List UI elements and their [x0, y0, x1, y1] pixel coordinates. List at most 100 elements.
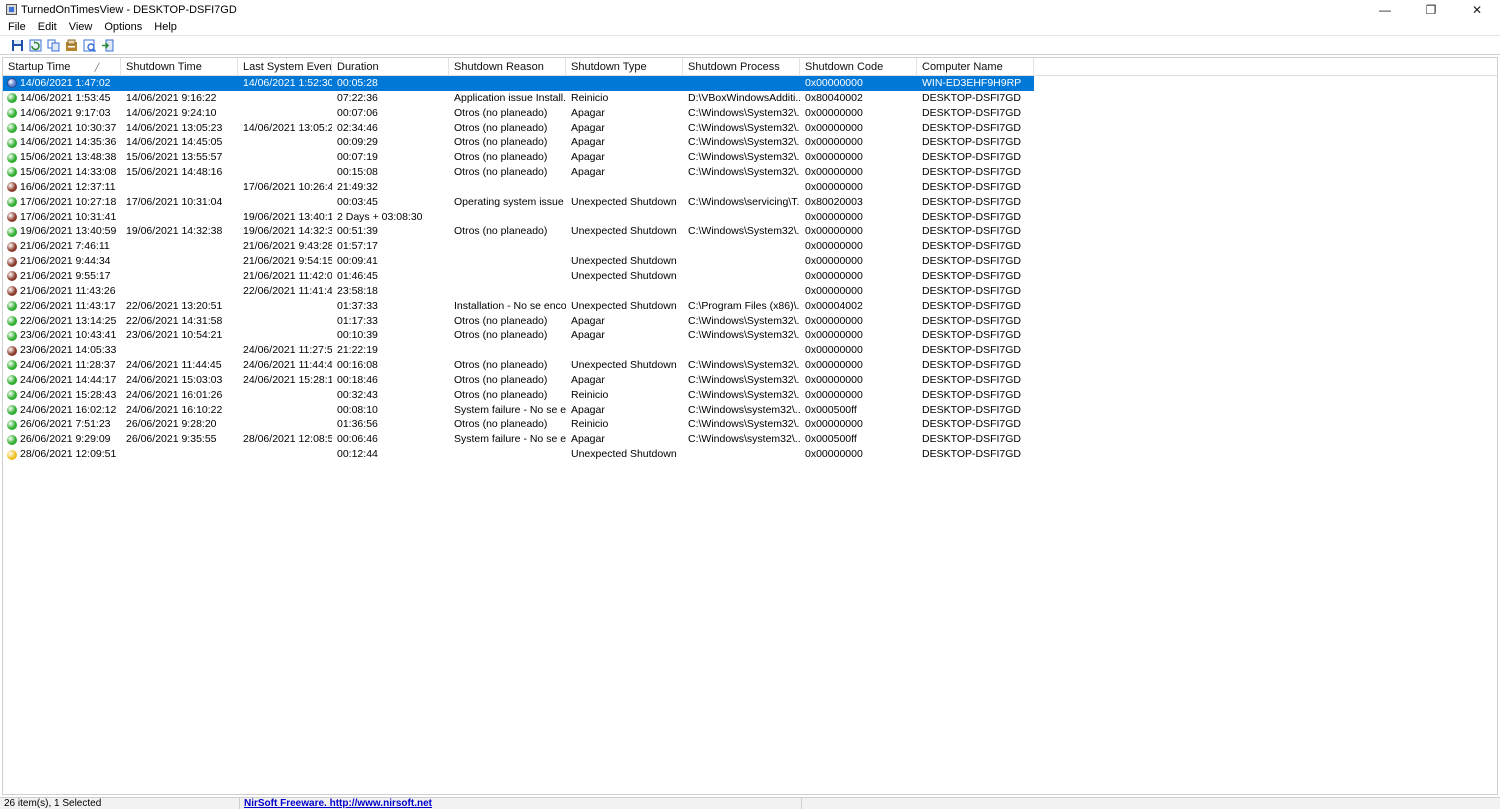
table-row[interactable]: 24/06/2021 16:02:12 24/06/2021 16:10:22 00…: [3, 403, 1497, 418]
app-icon[interactable]: [6, 4, 17, 15]
table-row[interactable]: 14/06/2021 1:53:45 14/06/2021 9:16:22 07:2…: [3, 91, 1497, 106]
menu-help[interactable]: Help: [148, 21, 183, 33]
column-header-shutdown-type[interactable]: Shutdown Type: [566, 58, 683, 76]
cell-text: 24/06/2021 16:02:12: [20, 403, 117, 416]
html-report-button[interactable]: [80, 37, 98, 53]
cell-startup-time: 14/06/2021 10:30:37: [3, 121, 121, 136]
cell-duration: 00:06:46: [337, 433, 378, 446]
table-row[interactable]: 24/06/2021 15:28:43 24/06/2021 16:01:26 00…: [3, 388, 1497, 403]
cell-shutdown-reason: [449, 284, 566, 299]
table-row[interactable]: 19/06/2021 13:40:59 19/06/2021 14:32:38 19…: [3, 224, 1497, 239]
column-header-shutdown-code[interactable]: Shutdown Code: [800, 58, 917, 76]
minimize-button[interactable]: —: [1362, 0, 1408, 19]
nirsoft-link[interactable]: NirSoft Freeware. http://www.nirsoft.net: [240, 798, 802, 809]
cell-last-system-event: 24/06/2021 11:44:46: [243, 359, 332, 372]
exit-button[interactable]: [98, 37, 116, 53]
table-row[interactable]: 21/06/2021 7:46:11 21/06/2021 9:43:28 01:5…: [3, 239, 1497, 254]
menu-file[interactable]: File: [0, 21, 32, 33]
cell-shutdown-time: 24/06/2021 11:44:45: [126, 359, 222, 372]
cell-shutdown-type: Apagar: [571, 314, 605, 327]
cell-shutdown-time: 22/06/2021 13:20:51: [126, 299, 223, 312]
refresh-button[interactable]: [26, 37, 44, 53]
cell-text: 21/06/2021 9:55:17: [20, 269, 111, 282]
cell-text: 26/06/2021 9:29:09: [20, 433, 111, 446]
times-list[interactable]: Startup Time Shutdown Time Last System E…: [2, 57, 1498, 795]
table-row[interactable]: 22/06/2021 13:14:25 22/06/2021 14:31:58 01…: [3, 314, 1497, 329]
copy-button[interactable]: [44, 37, 62, 53]
cell-shutdown-type: Apagar: [571, 106, 605, 119]
cell-shutdown-code: 0x00000000: [805, 329, 863, 342]
cell-text: 23/06/2021 14:05:33: [20, 344, 117, 357]
table-row[interactable]: 14/06/2021 14:35:36 14/06/2021 14:45:05 00…: [3, 135, 1497, 150]
cell-startup-time: 24/06/2021 14:44:17: [3, 373, 121, 388]
cell-computer-name: DESKTOP-DSFI7GD: [922, 225, 1021, 238]
menu-options[interactable]: Options: [98, 21, 148, 33]
close-button[interactable]: ✕: [1454, 0, 1500, 19]
table-row[interactable]: 24/06/2021 11:28:37 24/06/2021 11:44:45 24…: [3, 358, 1497, 373]
save-button[interactable]: [8, 37, 26, 53]
cell-shutdown-process: [683, 76, 800, 91]
table-row[interactable]: 14/06/2021 9:17:03 14/06/2021 9:24:10 00:0…: [3, 106, 1497, 121]
restore-button[interactable]: ❐: [1408, 0, 1454, 19]
table-row[interactable]: 26/06/2021 9:29:09 26/06/2021 9:35:55 28/0…: [3, 432, 1497, 447]
cell-shutdown-type: Apagar: [571, 166, 605, 179]
cell-duration: 23:58:18: [337, 284, 378, 297]
cell-text: 14/06/2021 10:30:37: [20, 121, 117, 134]
menu-edit[interactable]: Edit: [32, 21, 63, 33]
table-row[interactable]: 17/06/2021 10:31:41 19/06/2021 13:40:12 2 …: [3, 210, 1497, 225]
table-row[interactable]: 21/06/2021 11:43:26 22/06/2021 11:41:44 23…: [3, 284, 1497, 299]
cell-computer-name: DESKTOP-DSFI7GD: [922, 240, 1021, 253]
table-row[interactable]: 24/06/2021 14:44:17 24/06/2021 15:03:03 24…: [3, 373, 1497, 388]
menu-bar: File Edit View Options Help: [0, 19, 1500, 34]
status-dot-icon: [7, 330, 17, 341]
properties-button[interactable]: [62, 37, 80, 53]
cell-computer-name: DESKTOP-DSFI7GD: [922, 269, 1021, 282]
column-header-last-system-event[interactable]: Last System Event ...: [238, 58, 332, 76]
column-header-duration[interactable]: Duration: [332, 58, 449, 76]
cell-shutdown-time: 19/06/2021 14:32:38: [126, 225, 223, 238]
table-row[interactable]: 15/06/2021 14:33:08 15/06/2021 14:48:16 00…: [3, 165, 1497, 180]
column-header-shutdown-time[interactable]: Shutdown Time: [121, 58, 238, 76]
cell-computer-name: DESKTOP-DSFI7GD: [922, 180, 1021, 193]
cell-shutdown-type: Apagar: [571, 403, 605, 416]
cell-duration: 2 Days + 03:08:30: [337, 210, 423, 223]
column-header-computer-name[interactable]: Computer Name: [917, 58, 1034, 76]
cell-computer-name: DESKTOP-DSFI7GD: [922, 299, 1021, 312]
cell-shutdown-code: 0x00000000: [805, 225, 863, 238]
cell-duration: 00:12:44: [337, 448, 378, 461]
cell-shutdown-process: [683, 447, 800, 462]
table-row[interactable]: 17/06/2021 10:27:18 17/06/2021 10:31:04 00…: [3, 195, 1497, 210]
status-dot-icon: [7, 167, 17, 178]
table-row[interactable]: 16/06/2021 12:37:11 17/06/2021 10:26:44 21…: [3, 180, 1497, 195]
cell-shutdown-reason: [449, 447, 566, 462]
table-row[interactable]: 26/06/2021 7:51:23 26/06/2021 9:28:20 01:3…: [3, 417, 1497, 432]
cell-shutdown-time: [121, 284, 238, 299]
cell-computer-name: DESKTOP-DSFI7GD: [922, 388, 1021, 401]
cell-computer-name: DESKTOP-DSFI7GD: [922, 329, 1021, 342]
cell-duration: 01:37:33: [337, 299, 378, 312]
table-row[interactable]: 28/06/2021 12:09:51 00:12:44 Unexpected Sh…: [3, 447, 1497, 462]
cell-shutdown-reason: [449, 239, 566, 254]
table-row[interactable]: 23/06/2021 14:05:33 24/06/2021 11:27:53 21…: [3, 343, 1497, 358]
table-row[interactable]: 22/06/2021 11:43:17 22/06/2021 13:20:51 01…: [3, 299, 1497, 314]
table-row[interactable]: 14/06/2021 10:30:37 14/06/2021 13:05:23 14…: [3, 121, 1497, 136]
cell-text: 24/06/2021 15:28:43: [20, 388, 117, 401]
table-row[interactable]: 15/06/2021 13:48:38 15/06/2021 13:55:57 00…: [3, 150, 1497, 165]
column-header-startup-time[interactable]: Startup Time: [3, 58, 121, 76]
cell-shutdown-time: 14/06/2021 14:45:05: [126, 136, 223, 149]
cell-computer-name: DESKTOP-DSFI7GD: [922, 91, 1021, 104]
column-header-shutdown-process[interactable]: Shutdown Process: [683, 58, 800, 76]
cell-shutdown-reason: [449, 210, 566, 225]
status-dot-icon: [7, 241, 17, 252]
column-header-shutdown-reason[interactable]: Shutdown Reason: [449, 58, 566, 76]
table-row[interactable]: 21/06/2021 9:55:17 21/06/2021 11:42:03 01:…: [3, 269, 1497, 284]
cell-last-system-event: [238, 388, 332, 403]
table-row[interactable]: 21/06/2021 9:44:34 21/06/2021 9:54:15 00:0…: [3, 254, 1497, 269]
table-row[interactable]: 23/06/2021 10:43:41 23/06/2021 10:54:21 00…: [3, 328, 1497, 343]
menu-view[interactable]: View: [63, 21, 99, 33]
table-row[interactable]: 14/06/2021 1:47:02 14/06/2021 1:52:30 00:0…: [3, 76, 1497, 91]
cell-text: 23/06/2021 10:43:41: [20, 329, 117, 342]
cell-duration: 00:18:46: [337, 373, 378, 386]
cell-startup-time: 21/06/2021 9:55:17: [3, 269, 121, 284]
cell-text: 17/06/2021 10:31:41: [20, 210, 117, 223]
